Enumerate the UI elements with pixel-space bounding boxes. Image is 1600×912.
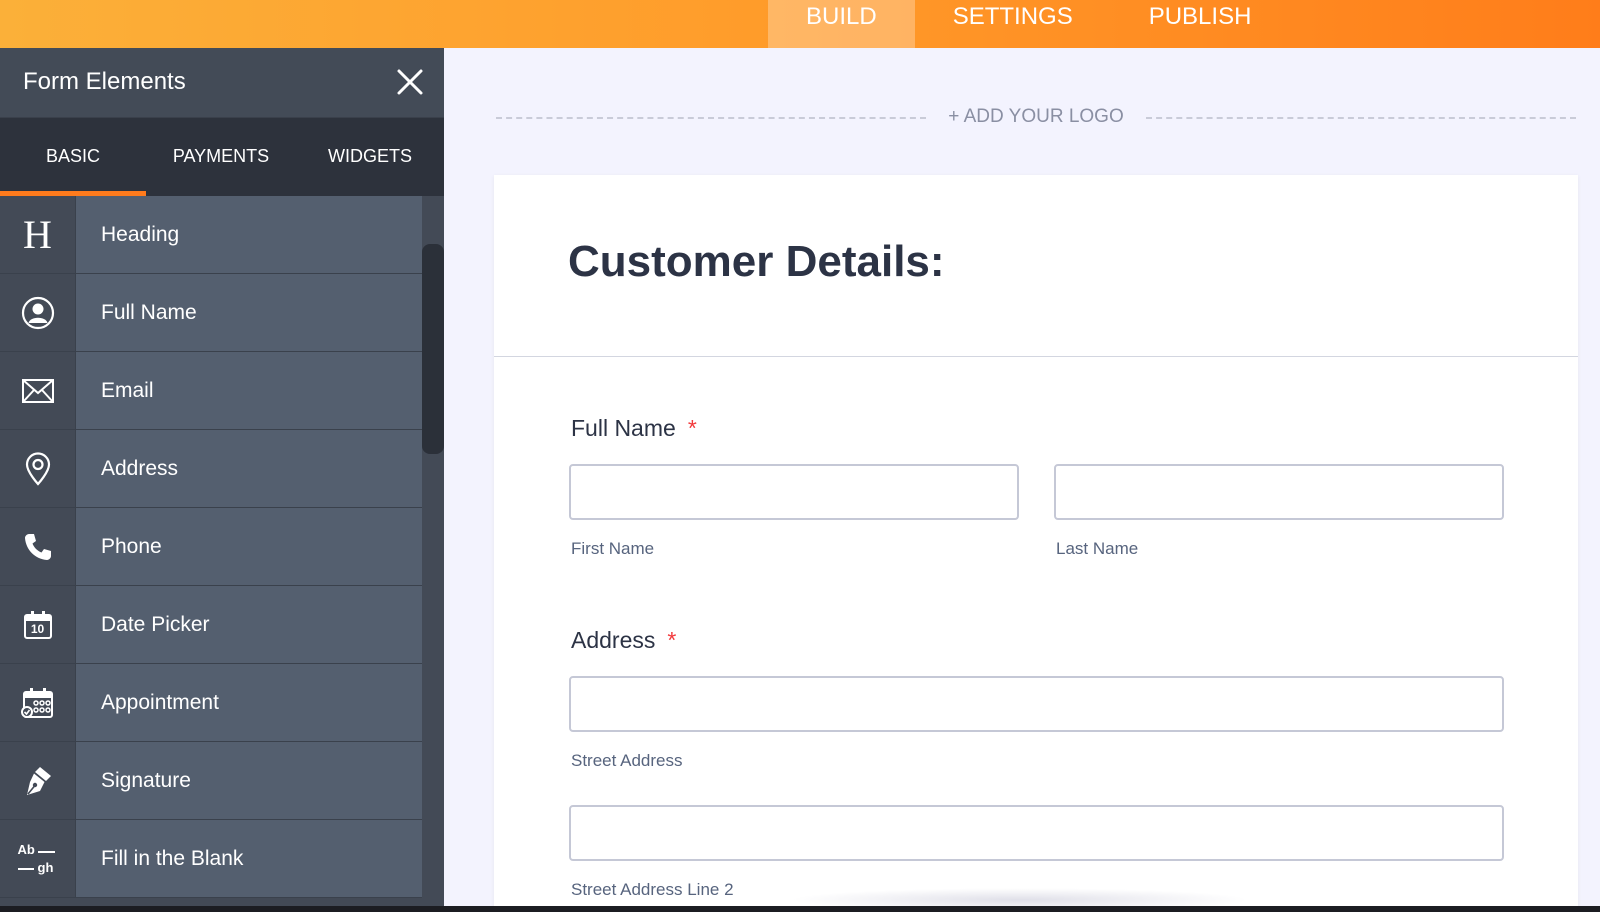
- street-address-sublabel: Street Address: [571, 751, 683, 770]
- tab-settings[interactable]: SETTINGS: [915, 0, 1111, 48]
- fill-blank-icon-bottom: gh: [37, 859, 54, 875]
- address-label-text: Address: [571, 627, 656, 653]
- fill-blank-icon-top: Ab: [17, 841, 35, 857]
- tab-widgets[interactable]: WIDGETS: [296, 118, 444, 196]
- full-name-label-text: Full Name: [571, 415, 676, 441]
- envelope-icon: [21, 378, 54, 403]
- tab-payments[interactable]: PAYMENTS: [146, 118, 296, 196]
- user-icon: [21, 296, 54, 329]
- element-address[interactable]: Address: [0, 430, 422, 508]
- panel-title: Form Elements: [23, 68, 186, 95]
- window-bottom-edge: [0, 906, 1600, 912]
- street-address-input[interactable]: [569, 676, 1504, 732]
- calendar-icon: 10: [23, 610, 53, 640]
- element-label: Signature: [101, 769, 191, 792]
- element-appointment[interactable]: Appointment: [0, 664, 422, 742]
- required-mark: *: [687, 415, 697, 441]
- required-mark: *: [667, 627, 677, 653]
- element-label: Phone: [101, 535, 162, 558]
- close-icon: [397, 69, 423, 95]
- last-name-sublabel: Last Name: [1056, 539, 1139, 558]
- phone-icon: [24, 533, 51, 560]
- form-card: Customer Details: Full Name * First Name …: [494, 175, 1578, 912]
- element-label: Heading: [101, 223, 180, 246]
- address-label[interactable]: Address *: [571, 627, 676, 654]
- tab-build[interactable]: BUILD: [768, 0, 915, 48]
- element-phone[interactable]: Phone: [0, 508, 422, 586]
- logo-divider-left: [496, 117, 926, 119]
- add-logo-button[interactable]: + ADD YOUR LOGO: [926, 106, 1146, 128]
- element-label: Date Picker: [101, 613, 210, 636]
- top-bar: BUILD SETTINGS PUBLISH: [0, 0, 1600, 48]
- panel-tabs: BASIC PAYMENTS WIDGETS: [0, 118, 444, 196]
- heading-divider: [494, 356, 1578, 357]
- first-name-input[interactable]: [569, 464, 1019, 520]
- location-pin-icon: [25, 451, 50, 486]
- fill-blank-icon: Ab gh: [17, 841, 58, 876]
- element-list-scrollbar[interactable]: [422, 196, 444, 912]
- element-label: Address: [101, 457, 179, 480]
- element-list: H Heading Full Name Email Address Phone …: [0, 196, 422, 912]
- tab-basic[interactable]: BASIC: [0, 118, 146, 196]
- heading-icon-glyph: H: [23, 212, 52, 257]
- calendar-icon-day: 10: [30, 621, 45, 636]
- scrollbar-thumb[interactable]: [422, 244, 444, 454]
- element-label: Full Name: [101, 301, 197, 324]
- street-address-line-2-sublabel: Street Address Line 2: [571, 880, 734, 899]
- last-name-input[interactable]: [1054, 464, 1504, 520]
- full-name-label[interactable]: Full Name *: [571, 415, 697, 442]
- form-elements-panel: Form Elements BASIC PAYMENTS WIDGETS H H…: [0, 48, 444, 912]
- pen-icon: [26, 766, 51, 795]
- logo-divider-right: [1146, 117, 1576, 119]
- element-email[interactable]: Email: [0, 352, 422, 430]
- add-logo-zone: + ADD YOUR LOGO: [496, 100, 1576, 136]
- element-label: Appointment: [101, 691, 219, 714]
- panel-header: Form Elements: [0, 48, 444, 118]
- element-full-name[interactable]: Full Name: [0, 274, 422, 352]
- top-nav: BUILD SETTINGS PUBLISH: [768, 0, 1289, 48]
- heading-icon: H: [0, 196, 76, 273]
- element-date-picker[interactable]: 10 Date Picker: [0, 586, 422, 664]
- element-fill-in-the-blank[interactable]: Ab gh Fill in the Blank: [0, 820, 422, 898]
- first-name-sublabel: First Name: [571, 539, 655, 558]
- form-heading[interactable]: Customer Details:: [568, 237, 945, 287]
- close-panel-button[interactable]: [392, 64, 428, 100]
- element-heading[interactable]: H Heading: [0, 196, 422, 274]
- element-label: Fill in the Blank: [101, 847, 244, 870]
- element-label: Email: [101, 379, 154, 402]
- appointment-calendar-icon: [20, 687, 53, 718]
- element-signature[interactable]: Signature: [0, 742, 422, 820]
- tab-publish[interactable]: PUBLISH: [1111, 0, 1290, 48]
- street-address-line-2-input[interactable]: [569, 805, 1504, 861]
